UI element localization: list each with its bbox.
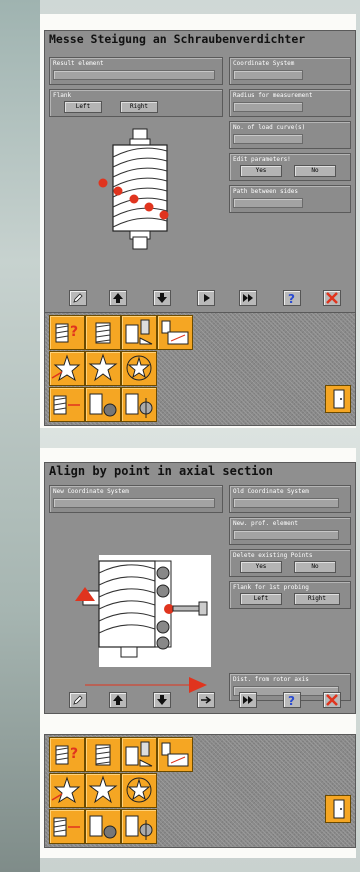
flank-first-probing-panel: Flank for 1st probing Left Right xyxy=(229,581,351,609)
flank-right-button[interactable]: Right xyxy=(120,101,158,113)
result-element-label: Result element xyxy=(53,60,104,67)
result-element-panel: Result element xyxy=(49,57,223,85)
svg-text:?: ? xyxy=(288,694,295,706)
rotor-probe-icon[interactable] xyxy=(121,315,157,350)
old-coordinate-system-panel: Old Coordinate System xyxy=(229,485,351,513)
load-curves-label: No. of load curve(s) xyxy=(233,124,306,131)
arrow-right-icon[interactable] xyxy=(197,290,215,306)
rotor-measure-icon[interactable] xyxy=(85,737,121,772)
load-curves-field[interactable] xyxy=(233,134,303,144)
arrow-down-icon[interactable] xyxy=(153,290,171,306)
delete-points-label: Delete existing Points xyxy=(233,552,313,559)
radius-label: Radius for measurement xyxy=(233,92,313,99)
rotor-align-point-icon[interactable] xyxy=(121,809,157,844)
rotor-align-point-icon[interactable] xyxy=(121,387,157,422)
new-coordinate-system-field[interactable] xyxy=(53,498,215,508)
star-rotor-icon[interactable] xyxy=(85,773,121,808)
rotor-measure-icon[interactable] xyxy=(85,315,121,350)
rotor-align-icon[interactable] xyxy=(49,387,85,422)
flank-panel: Flank Left Right xyxy=(49,89,223,117)
rotor-axial-section-illustration xyxy=(75,555,211,693)
pencil-icon[interactable] xyxy=(69,692,87,708)
star-rotor-arrow-icon[interactable] xyxy=(49,773,85,808)
star-rotor-circle-icon[interactable] xyxy=(121,773,157,808)
close-icon[interactable] xyxy=(323,692,341,708)
coordinate-system-panel: Coordinate System xyxy=(229,57,351,85)
tool-palette: ? xyxy=(44,312,356,426)
new-coordinate-system-label: New Coordinate System xyxy=(53,488,129,495)
fast-forward-icon[interactable] xyxy=(239,290,257,306)
window-title: Messe Steigung an Schraubenverdichter xyxy=(45,31,355,47)
radius-panel: Radius for measurement xyxy=(229,89,351,117)
delete-points-panel: Delete existing Points Yes No xyxy=(229,549,351,577)
arrow-right-icon[interactable] xyxy=(197,692,215,708)
rotor-align-icon[interactable] xyxy=(49,809,85,844)
delete-no-button[interactable]: No xyxy=(294,561,336,573)
delete-yes-button[interactable]: Yes xyxy=(240,561,282,573)
rotor-probe-icon[interactable] xyxy=(121,737,157,772)
old-coordinate-system-field[interactable] xyxy=(233,498,339,508)
rotor-query-icon[interactable]: ? xyxy=(49,737,85,772)
toolbar: ? xyxy=(45,287,355,307)
arrow-down-icon[interactable] xyxy=(153,692,171,708)
edit-no-button[interactable]: No xyxy=(294,165,336,177)
toolbar: ? xyxy=(45,689,355,709)
help-icon[interactable]: ? xyxy=(283,290,301,306)
flank-first-probing-label: Flank for 1st probing xyxy=(233,584,309,591)
path-between-sides-field[interactable] xyxy=(233,198,303,208)
flank-right-button[interactable]: Right xyxy=(294,593,340,605)
edit-parameters-label: Edit parameters! xyxy=(233,156,291,163)
new-prof-element-panel: New. prof. element xyxy=(229,517,351,545)
background-shade xyxy=(0,0,40,872)
window-align-by-point: Align by point in axial section New Coor… xyxy=(44,462,356,714)
window-measure-pitch: Messe Steigung an Schraubenverdichter Re… xyxy=(44,30,356,314)
star-rotor-circle-icon[interactable] xyxy=(121,351,157,386)
edit-yes-button[interactable]: Yes xyxy=(240,165,282,177)
arrow-up-icon[interactable] xyxy=(109,290,127,306)
window-title: Align by point in axial section xyxy=(45,463,355,479)
result-element-field[interactable] xyxy=(53,70,215,80)
flank-left-button[interactable]: Left xyxy=(64,101,102,113)
dist-rotor-axis-label: Dist. from rotor axis xyxy=(233,676,309,683)
help-icon[interactable]: ? xyxy=(283,692,301,708)
path-between-sides-panel: Path between sides xyxy=(229,185,351,213)
exit-door-icon[interactable] xyxy=(325,795,351,823)
path-between-sides-label: Path between sides xyxy=(233,188,299,195)
rotor-pitch-illustration xyxy=(98,128,169,250)
exit-door-icon[interactable] xyxy=(325,385,351,413)
new-prof-element-label: New. prof. element xyxy=(233,520,299,527)
svg-text:?: ? xyxy=(70,746,78,762)
svg-text:?: ? xyxy=(288,292,295,304)
svg-text:?: ? xyxy=(70,324,78,340)
rotor-query-icon[interactable]: ? xyxy=(49,315,85,350)
fast-forward-icon[interactable] xyxy=(239,692,257,708)
rotor-profile-icon[interactable] xyxy=(157,737,193,772)
new-coordinate-system-panel: New Coordinate System xyxy=(49,485,223,513)
radius-field[interactable] xyxy=(233,102,303,112)
flank-label: Flank xyxy=(53,92,72,99)
load-curves-panel: No. of load curve(s) xyxy=(229,121,351,149)
arrow-up-icon[interactable] xyxy=(109,692,127,708)
tool-palette: ? xyxy=(44,734,356,848)
pencil-icon[interactable] xyxy=(69,290,87,306)
close-icon[interactable] xyxy=(323,290,341,306)
rotor-align-ball-icon[interactable] xyxy=(85,387,121,422)
rotor-align-ball-icon[interactable] xyxy=(85,809,121,844)
flank-left-button[interactable]: Left xyxy=(240,593,282,605)
old-coordinate-system-label: Old Coordinate System xyxy=(233,488,309,495)
coordinate-system-field[interactable] xyxy=(233,70,303,80)
new-prof-element-field[interactable] xyxy=(233,530,339,540)
edit-parameters-panel: Edit parameters! Yes No xyxy=(229,153,351,181)
star-rotor-icon[interactable] xyxy=(85,351,121,386)
star-rotor-arrow-icon[interactable] xyxy=(49,351,85,386)
coordinate-system-label: Coordinate System xyxy=(233,60,295,67)
rotor-profile-icon[interactable] xyxy=(157,315,193,350)
